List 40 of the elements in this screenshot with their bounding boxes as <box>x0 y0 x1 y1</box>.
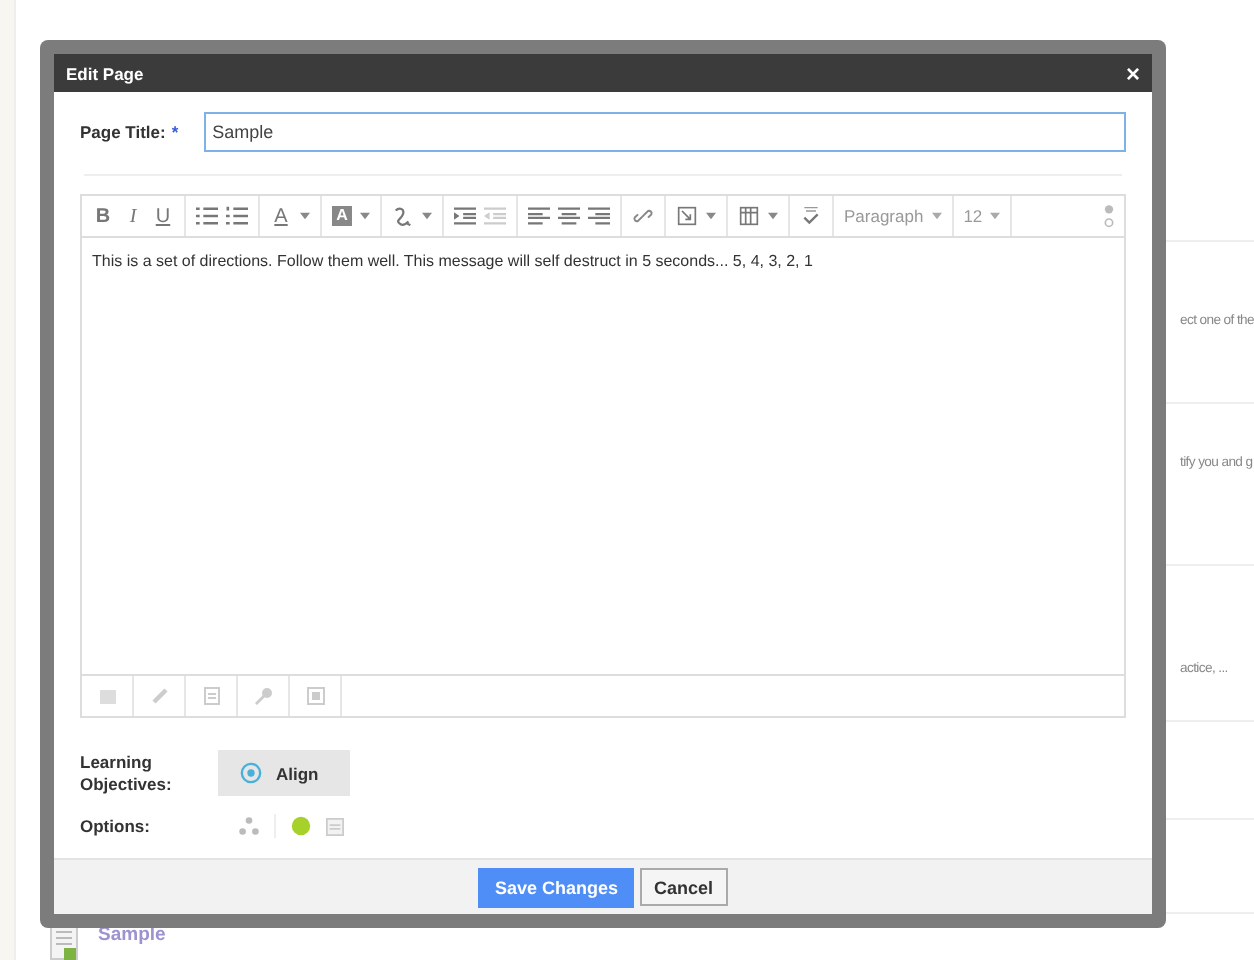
table-icon[interactable] <box>738 206 760 226</box>
align-left-icon[interactable] <box>528 206 550 226</box>
caret-icon[interactable] <box>300 212 310 220</box>
toggle-icon[interactable] <box>1104 204 1114 228</box>
format-dropdown[interactable]: Paragraph <box>844 206 924 226</box>
caret-icon[interactable] <box>422 212 432 220</box>
cancel-button[interactable]: Cancel <box>640 868 728 906</box>
title-input[interactable]: Sample <box>204 112 1126 152</box>
align-center-icon[interactable] <box>558 206 580 226</box>
status-dot-icon[interactable] <box>290 816 312 836</box>
editor-text: This is a set of directions. Follow them well. This message will self destruct in 5 seconds... 5, 4, 3, 2, 1 <box>92 252 813 270</box>
caret-icon[interactable] <box>768 212 778 220</box>
window-title: Edit Page <box>66 63 144 83</box>
spellcheck-icon[interactable] <box>800 206 822 226</box>
caret-icon[interactable] <box>706 212 716 220</box>
caret-icon[interactable] <box>931 212 942 220</box>
required-marker: * <box>171 122 179 142</box>
align-button[interactable]: Align <box>218 750 351 796</box>
special-character-icon[interactable] <box>392 206 414 226</box>
field-label: Options: <box>80 815 152 837</box>
bullet-list-icon[interactable] <box>196 206 218 226</box>
target-icon <box>240 762 262 784</box>
indent-icon[interactable] <box>454 206 476 226</box>
save-button[interactable]: Save Changes <box>478 867 634 907</box>
underline-button[interactable]: U <box>152 205 174 227</box>
field-label: Learning Objectives: <box>80 752 174 794</box>
caret-icon[interactable] <box>360 212 370 220</box>
highlight-color-button[interactable]: A <box>332 206 352 226</box>
image-icon[interactable] <box>676 206 698 226</box>
bold-button[interactable]: B <box>92 205 114 227</box>
font-color-button[interactable]: A <box>270 205 292 227</box>
item-link[interactable]: Sample <box>98 923 166 946</box>
caret-icon[interactable] <box>990 212 1001 220</box>
font-size-dropdown[interactable]: 12 <box>963 206 983 226</box>
align-right-icon[interactable] <box>588 206 610 226</box>
italic-button[interactable]: I <box>122 205 144 227</box>
close-button[interactable]: × <box>1125 61 1140 85</box>
dots-icon[interactable] <box>238 816 260 836</box>
numbered-list-icon[interactable] <box>226 206 248 226</box>
field-label: Page Title: <box>80 122 166 142</box>
